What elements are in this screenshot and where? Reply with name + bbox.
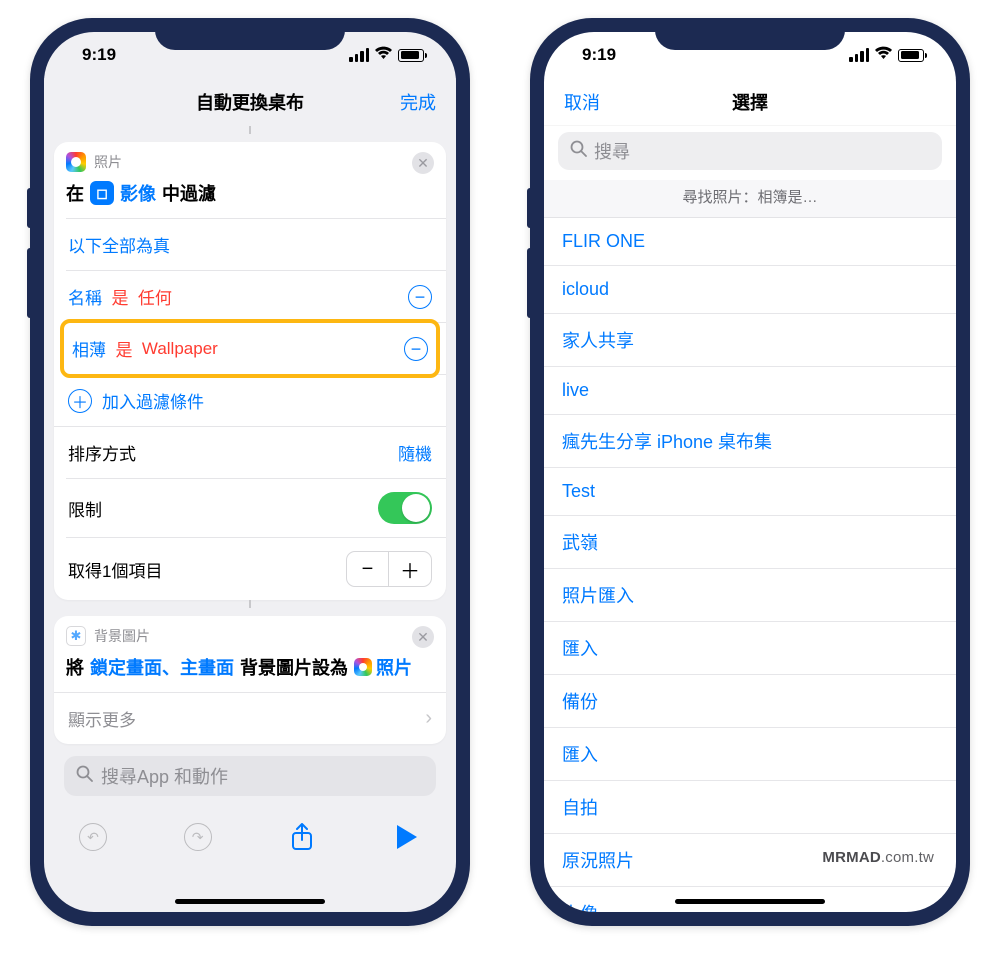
search-icon	[76, 765, 93, 787]
notch	[655, 18, 845, 50]
status-time: 9:19	[582, 45, 616, 65]
search-icon	[570, 140, 587, 162]
sort-value[interactable]: 隨機	[398, 440, 432, 465]
album-item[interactable]: 武嶺	[544, 516, 956, 569]
album-item[interactable]: Test	[544, 468, 956, 516]
content-area: 照片 ✕ 在 ◻ 影像 中過濾 以下全部為真 名稱 是 任何	[44, 126, 456, 812]
limit-toggle[interactable]	[378, 492, 432, 524]
phone-left: 9:19 自動更換桌布 完成 照片 ✕ 在	[30, 18, 470, 926]
search-placeholder: 搜尋App 和動作	[101, 763, 228, 789]
album-item[interactable]: FLIR ONE	[544, 218, 956, 266]
signal-icon	[849, 48, 869, 62]
action-title: 在 ◻ 影像 中過濾	[54, 176, 446, 218]
signal-icon	[349, 48, 369, 62]
done-button[interactable]: 完成	[400, 89, 436, 115]
images-token[interactable]: 影像	[120, 180, 156, 206]
nav-title: 選擇	[732, 89, 768, 115]
album-item[interactable]: 家人共享	[544, 314, 956, 367]
album-item[interactable]: icloud	[544, 266, 956, 314]
screen-right: 9:19 取消 選擇 搜尋 尋找照片：相簿是… FLIR ONEicloud家人…	[544, 32, 956, 912]
images-icon: ◻	[90, 181, 114, 205]
card-header: ✱ 背景圖片 ✕	[54, 616, 446, 650]
home-indicator[interactable]	[175, 899, 325, 904]
limit-row: 限制	[54, 479, 446, 537]
notch	[155, 18, 345, 50]
run-button[interactable]	[392, 822, 422, 852]
album-item[interactable]: 瘋先生分享 iPhone 桌布集	[544, 415, 956, 468]
wifi-icon	[374, 45, 393, 65]
plus-icon: ＋	[68, 389, 92, 413]
section-header: 尋找照片：相簿是…	[544, 180, 956, 218]
photos-app-icon	[354, 658, 372, 676]
count-stepper[interactable]: − ＋	[346, 551, 432, 587]
filter-row-album[interactable]: 相薄 是 Wallpaper −	[60, 319, 440, 378]
bottom-toolbar: ↶ ↷	[44, 812, 456, 912]
close-icon[interactable]: ✕	[412, 626, 434, 648]
search-input[interactable]: 搜尋App 和動作	[64, 756, 436, 796]
status-icons	[349, 45, 424, 65]
search-placeholder: 搜尋	[594, 138, 630, 164]
battery-icon	[398, 49, 424, 62]
nav-bar: 自動更換桌布 完成	[44, 78, 456, 126]
settings-atom-icon: ✱	[66, 626, 86, 646]
search-input[interactable]: 搜尋	[558, 132, 942, 170]
play-icon	[397, 825, 417, 849]
wifi-icon	[874, 45, 893, 65]
remove-filter-icon[interactable]: −	[408, 285, 432, 309]
cancel-button[interactable]: 取消	[564, 89, 600, 115]
card-badge: 背景圖片	[94, 626, 150, 646]
wallpaper-card: ✱ 背景圖片 ✕ 將 鎖定畫面、主畫面 背景圖片設為 照片 顯示更多 ›	[54, 616, 446, 744]
status-time: 9:19	[82, 45, 116, 65]
album-item[interactable]: 匯入	[544, 728, 956, 781]
redo-button[interactable]: ↷	[183, 822, 213, 852]
nav-bar: 取消 選擇	[544, 78, 956, 126]
close-icon[interactable]: ✕	[412, 152, 434, 174]
album-item[interactable]: 備份	[544, 675, 956, 728]
action-title-2: 將 鎖定畫面、主畫面 背景圖片設為 照片	[54, 650, 446, 692]
stepper-minus[interactable]: −	[347, 552, 389, 586]
phone-right: 9:19 取消 選擇 搜尋 尋找照片：相簿是… FLIR ONEicloud家人…	[530, 18, 970, 926]
all-true-row[interactable]: 以下全部為真	[54, 219, 446, 270]
photos-filter-card: 照片 ✕ 在 ◻ 影像 中過濾 以下全部為真 名稱 是 任何	[54, 142, 446, 600]
show-more-row[interactable]: 顯示更多 ›	[54, 693, 446, 744]
connector	[54, 126, 446, 134]
screen-left: 9:19 自動更換桌布 完成 照片 ✕ 在	[44, 32, 456, 912]
get-count-row: 取得1個項目 − ＋	[54, 538, 446, 600]
album-item[interactable]: 自拍	[544, 781, 956, 834]
stepper-plus[interactable]: ＋	[389, 552, 431, 586]
filter-row-name[interactable]: 名稱 是 任何 −	[54, 271, 446, 322]
remove-filter-icon[interactable]: −	[404, 337, 428, 361]
card-header: 照片 ✕	[54, 142, 446, 176]
share-button[interactable]	[287, 822, 317, 852]
album-item[interactable]: 匯入	[544, 622, 956, 675]
screens-token[interactable]: 鎖定畫面、主畫面	[90, 654, 234, 680]
sort-row[interactable]: 排序方式 隨機	[54, 427, 446, 478]
home-indicator[interactable]	[675, 899, 825, 904]
photos-app-icon	[66, 152, 86, 172]
album-item[interactable]: live	[544, 367, 956, 415]
status-icons	[849, 45, 924, 65]
card-badge: 照片	[94, 152, 122, 172]
add-filter-row[interactable]: ＋ 加入過濾條件	[54, 375, 446, 426]
watermark: MRMAD.com.tw	[822, 849, 934, 866]
chevron-right-icon: ›	[425, 707, 432, 730]
album-list[interactable]: FLIR ONEicloud家人共享live瘋先生分享 iPhone 桌布集Te…	[544, 218, 956, 912]
nav-title: 自動更換桌布	[196, 89, 304, 115]
battery-icon	[898, 49, 924, 62]
album-item[interactable]: 照片匯入	[544, 569, 956, 622]
photo-token[interactable]: 照片	[376, 654, 412, 680]
undo-button[interactable]: ↶	[78, 822, 108, 852]
connector	[54, 600, 446, 608]
